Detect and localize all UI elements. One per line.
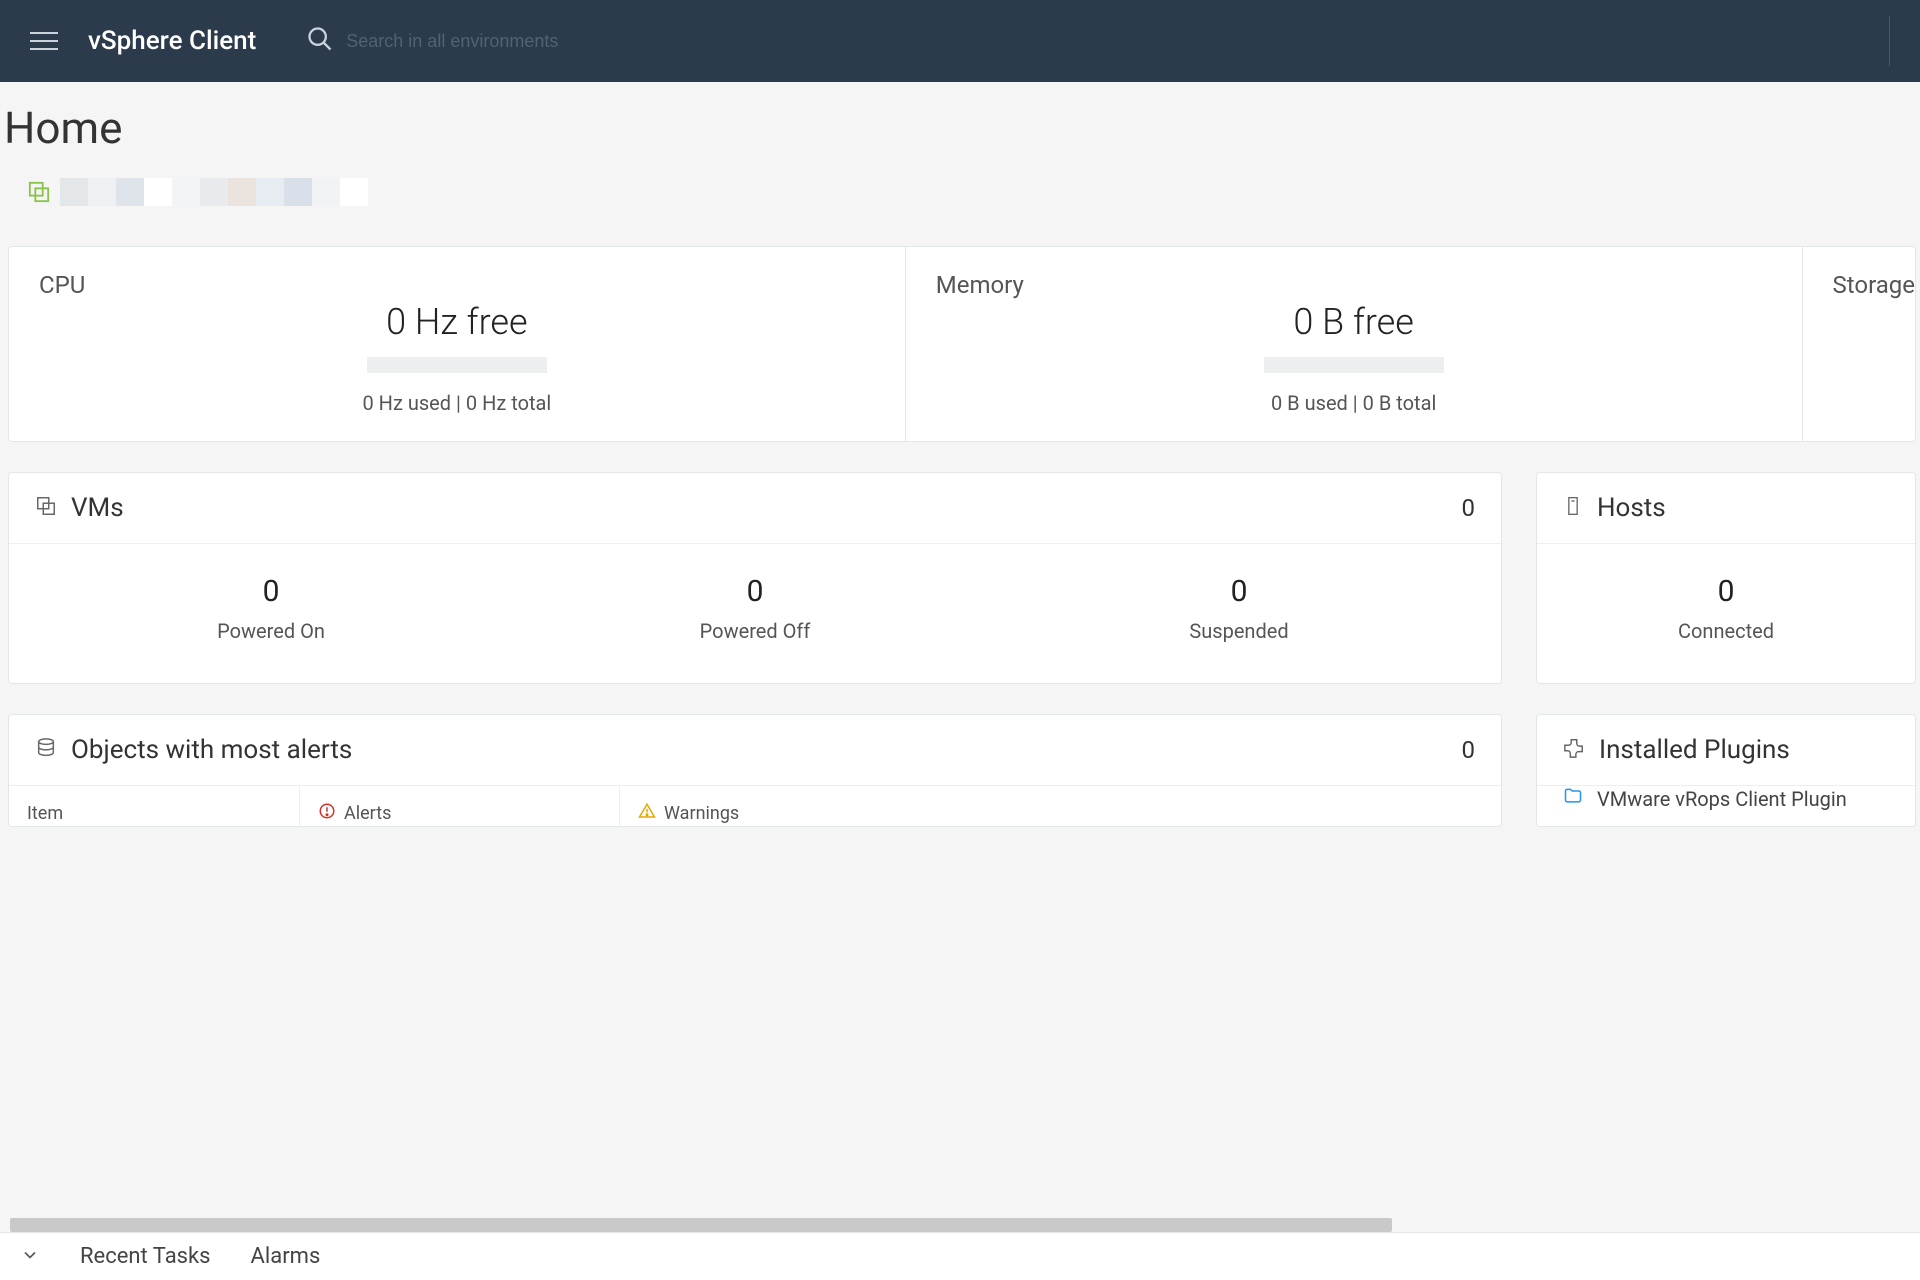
warning-icon bbox=[638, 802, 656, 825]
cpu-label: CPU bbox=[39, 271, 875, 299]
menu-icon[interactable] bbox=[30, 32, 58, 50]
memory-free-value: 0 B free bbox=[936, 301, 1772, 343]
plugin-item-label: VMware vRops Client Plugin bbox=[1597, 787, 1847, 811]
alerts-columns: Item Alerts Warnings bbox=[9, 786, 1501, 826]
hosts-connected-num: 0 bbox=[1557, 574, 1895, 609]
alerts-col-alerts[interactable]: Alerts bbox=[299, 786, 619, 826]
app-brand: vSphere Client bbox=[88, 26, 256, 56]
vms-powered-off[interactable]: 0 Powered Off bbox=[513, 574, 997, 643]
vms-hosts-row: VMs 0 0 Powered On 0 Powered Off 0 Suspe… bbox=[8, 472, 1916, 684]
database-icon bbox=[35, 737, 57, 763]
storage-card[interactable]: Storage bbox=[1802, 247, 1915, 441]
tab-recent-tasks[interactable]: Recent Tasks bbox=[80, 1244, 211, 1269]
alerts-plugins-row: Objects with most alerts 0 Item Alerts bbox=[8, 714, 1916, 827]
alerts-col-warnings-label: Warnings bbox=[664, 803, 739, 824]
vms-powered-on-label: Powered On bbox=[29, 619, 513, 643]
page-content: Home CPU 0 Hz free 0 Hz used | 0 Hz tota… bbox=[0, 82, 1920, 827]
vcenter-name-redacted bbox=[60, 178, 368, 206]
vms-count: 0 bbox=[1462, 494, 1476, 522]
cpu-bar bbox=[367, 357, 547, 373]
vms-suspended-label: Suspended bbox=[997, 619, 1481, 643]
plugins-title: Installed Plugins bbox=[1599, 735, 1889, 765]
search-input[interactable] bbox=[346, 31, 746, 52]
tab-alarms[interactable]: Alarms bbox=[251, 1244, 321, 1269]
hosts-connected-label: Connected bbox=[1557, 619, 1895, 643]
storage-label: Storage bbox=[1833, 271, 1915, 299]
alerts-card[interactable]: Objects with most alerts 0 Item Alerts bbox=[8, 714, 1502, 827]
vms-powered-on[interactable]: 0 Powered On bbox=[29, 574, 513, 643]
search-icon[interactable] bbox=[306, 25, 334, 57]
alerts-col-item[interactable]: Item bbox=[9, 786, 299, 826]
hosts-title: Hosts bbox=[1597, 493, 1889, 523]
hosts-card[interactable]: Hosts 0 Connected bbox=[1536, 472, 1916, 684]
cpu-sub: 0 Hz used | 0 Hz total bbox=[39, 391, 875, 415]
plugins-card[interactable]: Installed Plugins VMware vRops Client Pl… bbox=[1536, 714, 1916, 827]
hosts-icon bbox=[1563, 495, 1583, 521]
vms-suspended-num: 0 bbox=[997, 574, 1481, 609]
folder-icon bbox=[1563, 786, 1583, 811]
scrollbar-thumb[interactable] bbox=[10, 1218, 1392, 1232]
vcenter-icon bbox=[28, 181, 50, 203]
alert-icon bbox=[318, 802, 336, 825]
page-title: Home bbox=[4, 102, 1920, 154]
vms-powered-off-num: 0 bbox=[513, 574, 997, 609]
plugin-item-vrops[interactable]: VMware vRops Client Plugin bbox=[1537, 786, 1915, 825]
memory-label: Memory bbox=[936, 271, 1772, 299]
top-navbar: vSphere Client bbox=[0, 0, 1920, 82]
vms-powered-on-num: 0 bbox=[29, 574, 513, 609]
vms-icon bbox=[35, 495, 57, 521]
memory-card[interactable]: Memory 0 B free 0 B used | 0 B total bbox=[905, 247, 1802, 441]
vms-suspended[interactable]: 0 Suspended bbox=[997, 574, 1481, 643]
chevron-down-icon[interactable] bbox=[20, 1245, 40, 1269]
vms-title: VMs bbox=[71, 493, 1448, 523]
alerts-col-alerts-label: Alerts bbox=[344, 803, 391, 824]
hosts-connected[interactable]: 0 Connected bbox=[1557, 574, 1895, 643]
vcenter-row bbox=[4, 178, 1920, 206]
memory-bar bbox=[1264, 357, 1444, 373]
cpu-free-value: 0 Hz free bbox=[39, 301, 875, 343]
vms-powered-off-label: Powered Off bbox=[513, 619, 997, 643]
horizontal-scrollbar[interactable] bbox=[0, 1218, 1920, 1232]
alerts-title: Objects with most alerts bbox=[71, 735, 1448, 765]
search-wrap bbox=[306, 25, 746, 57]
vms-card[interactable]: VMs 0 0 Powered On 0 Powered Off 0 Suspe… bbox=[8, 472, 1502, 684]
navbar-divider bbox=[1889, 16, 1890, 66]
cpu-card[interactable]: CPU 0 Hz free 0 Hz used | 0 Hz total bbox=[9, 247, 905, 441]
plugin-icon bbox=[1563, 737, 1585, 763]
resource-panel: CPU 0 Hz free 0 Hz used | 0 Hz total Mem… bbox=[8, 246, 1916, 442]
bottom-bar: Recent Tasks Alarms bbox=[0, 1232, 1920, 1280]
memory-sub: 0 B used | 0 B total bbox=[936, 391, 1772, 415]
alerts-count: 0 bbox=[1462, 736, 1476, 764]
alerts-col-warnings[interactable]: Warnings bbox=[619, 786, 1501, 826]
vms-stats: 0 Powered On 0 Powered Off 0 Suspended bbox=[29, 574, 1481, 643]
